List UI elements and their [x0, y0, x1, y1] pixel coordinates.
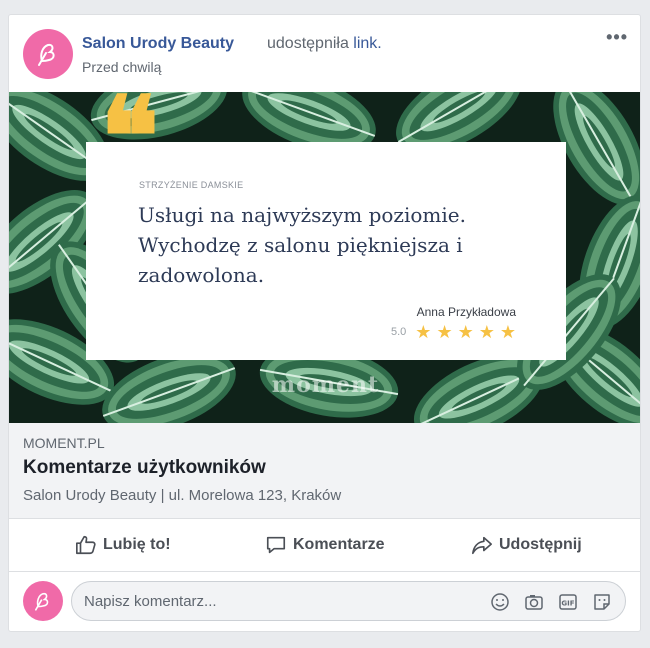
post-card: Salon Urody Beauty udostępniła link. Prz…: [8, 14, 641, 632]
comment-tools: GIF: [489, 591, 613, 613]
testimonial-quote: Usługi na najwyższym poziomie. Wychodzę …: [138, 203, 466, 287]
gif-icon[interactable]: GIF: [557, 591, 579, 613]
link-title[interactable]: Komentarze użytkowników: [23, 457, 266, 479]
speech-bubble-icon: [266, 536, 286, 554]
comment-button[interactable]: Komentarze: [265, 534, 385, 556]
brand-watermark: moment: [271, 372, 380, 398]
share-label: Udostępnij: [499, 536, 582, 553]
shared-link[interactable]: link.: [353, 35, 381, 52]
user-avatar[interactable]: [23, 581, 63, 621]
quote-mark-icon: ❝: [100, 92, 160, 201]
link-preview[interactable]: MOMENT.PL Komentarze użytkowników Salon …: [9, 423, 640, 519]
star-icon: ★: [457, 322, 474, 342]
like-label: Lubię to!: [103, 536, 171, 553]
testimonial-author: Anna Przykładowa: [416, 305, 516, 319]
share-button[interactable]: Udostępnij: [471, 534, 582, 556]
star-icon: ★: [478, 322, 495, 342]
testimonial-category: STRZYŻENIE DAMSKIE: [139, 180, 244, 190]
action-bar: Lubię to! Komentarze Udostępnij: [9, 520, 640, 572]
more-options-icon[interactable]: •••: [606, 27, 628, 48]
share-arrow-icon: [472, 536, 492, 555]
shared-text: udostępniła link.: [267, 35, 382, 53]
post-image[interactable]: ❝ STRZYŻENIE DAMSKIE Usługi na najwyższy…: [9, 92, 640, 423]
rating-value: 5.0: [391, 326, 407, 338]
post-timestamp[interactable]: Przed chwilą: [82, 59, 161, 75]
star-icon: ★: [499, 322, 516, 342]
link-description: Salon Urody Beauty | ul. Morelowa 123, K…: [23, 487, 342, 504]
star-icon: ★: [415, 322, 432, 342]
camera-icon[interactable]: [523, 591, 545, 613]
brush-logo-icon: [38, 43, 55, 66]
thumbs-up-icon: [76, 535, 96, 555]
emoji-icon[interactable]: [489, 591, 511, 613]
comment-placeholder: Napisz komentarz...: [84, 593, 217, 610]
comment-label: Komentarze: [293, 536, 385, 553]
testimonial-card: ❝ STRZYŻENIE DAMSKIE Usługi na najwyższy…: [86, 92, 566, 360]
like-button[interactable]: Lubię to!: [75, 534, 171, 556]
star-rating: 5.0 ★ ★ ★ ★ ★: [391, 323, 516, 341]
page-avatar[interactable]: [23, 29, 73, 79]
brush-logo-icon: [35, 592, 49, 611]
link-domain: MOMENT.PL: [23, 435, 105, 451]
svg-text:GIF: GIF: [561, 600, 574, 608]
sticker-icon[interactable]: [591, 591, 613, 613]
page-name-link[interactable]: Salon Urody Beauty: [82, 35, 234, 53]
star-icon: ★: [436, 322, 453, 342]
comment-input[interactable]: Napisz komentarz... GIF: [71, 581, 626, 621]
shared-verb: udostępniła: [267, 35, 349, 52]
